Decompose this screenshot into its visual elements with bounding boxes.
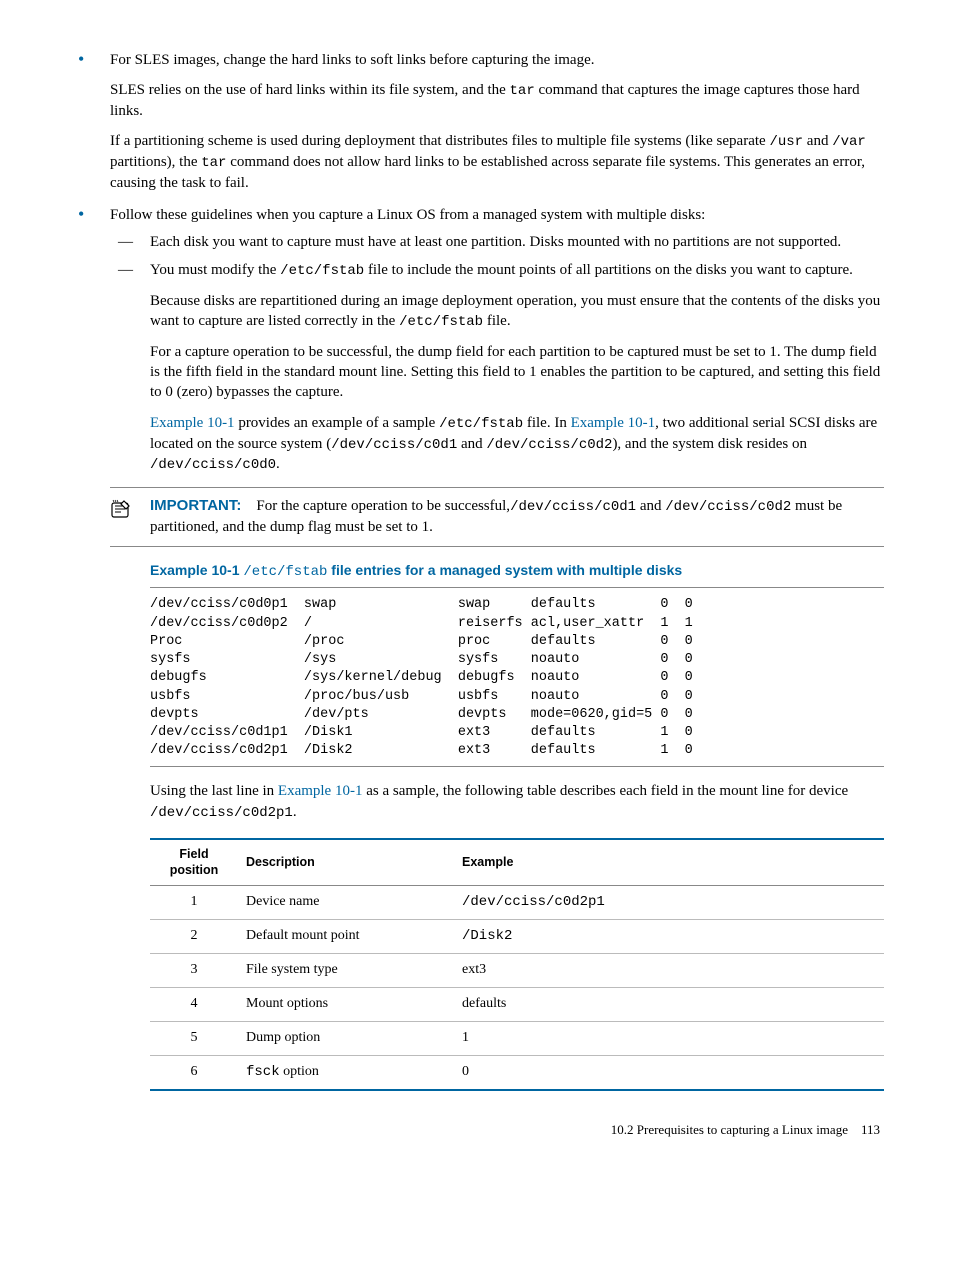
dash2-p1: Because disks are repartitioned during a… <box>150 291 884 332</box>
bullet-multi-intro: Follow these guidelines when you capture… <box>110 207 705 223</box>
important-text: IMPORTANT: For the capture operation to … <box>150 496 884 537</box>
bullet-sles: For SLES images, change the hard links t… <box>70 50 884 193</box>
dash2-p2: For a capture operation to be successful… <box>150 342 884 403</box>
example-block: Example 10-1 /etc/fstab file entries for… <box>150 561 884 1091</box>
table-row: 6 fsck option 0 <box>150 1055 884 1089</box>
example-rule-bottom <box>150 766 884 767</box>
code-usr: /usr <box>769 134 803 150</box>
important-block: IMPORTANT: For the capture operation to … <box>110 487 884 546</box>
bullet-sles-p1: SLES relies on the use of hard links wit… <box>110 80 884 121</box>
dash2-p3: Example 10-1 provides an example of a sa… <box>150 413 884 476</box>
example-title-path: /etc/fstab <box>243 564 327 580</box>
code-dev-c0d2: /dev/cciss/c0d2 <box>486 437 612 453</box>
table-body: 1 Device name /dev/cciss/c0d2p1 2 Defaul… <box>150 886 884 1090</box>
link-example-10-1-a[interactable]: Example 10-1 <box>150 415 235 431</box>
code-dev-c0d2p1: /dev/cciss/c0d2p1 <box>150 805 293 821</box>
footer-section: 10.2 Prerequisites to capturing a Linux … <box>611 1122 848 1137</box>
table-row: 1 Device name /dev/cciss/c0d2p1 <box>150 886 884 920</box>
dash-item-2: You must modify the /etc/fstab file to i… <box>110 260 884 475</box>
bullet-multi-disk: Follow these guidelines when you capture… <box>70 205 884 475</box>
link-example-10-1-c[interactable]: Example 10-1 <box>278 783 363 799</box>
table-row: 4 Mount options defaults <box>150 987 884 1021</box>
table-row: 2 Default mount point /Disk2 <box>150 920 884 954</box>
th-description: Description <box>238 839 454 886</box>
table-row: 5 Dump option 1 <box>150 1021 884 1055</box>
bullet-sles-p2: If a partitioning scheme is used during … <box>110 131 884 193</box>
dash-item-1: Each disk you want to capture must have … <box>110 232 884 252</box>
dash-list: Each disk you want to capture must have … <box>110 232 884 476</box>
code-etc-fstab-2: /etc/fstab <box>399 314 483 330</box>
example-title: Example 10-1 /etc/fstab file entries for… <box>150 561 884 582</box>
code-var: /var <box>832 134 866 150</box>
code-etc-fstab-3: /etc/fstab <box>439 416 523 432</box>
code-tar: tar <box>510 83 535 99</box>
top-bullet-list: For SLES images, change the hard links t… <box>70 50 884 475</box>
after-example-paragraph: Using the last line in Example 10-1 as a… <box>150 781 884 822</box>
code-dev-c0d1: /dev/cciss/c0d1 <box>331 437 457 453</box>
code-dev-c0d2-b: /dev/cciss/c0d2 <box>665 499 791 515</box>
fstab-listing: /dev/cciss/c0d0p1 swap swap defaults 0 0… <box>150 596 884 760</box>
field-table: Field position Description Example 1 Dev… <box>150 838 884 1091</box>
important-label: IMPORTANT: <box>150 497 241 514</box>
link-example-10-1-b[interactable]: Example 10-1 <box>571 415 656 431</box>
code-dev-c0d1-b: /dev/cciss/c0d1 <box>510 499 636 515</box>
th-field-position: Field position <box>150 839 238 886</box>
table-row: 3 File system type ext3 <box>150 954 884 988</box>
bullet-sles-intro: For SLES images, change the hard links t… <box>110 52 594 68</box>
important-icon <box>108 498 134 528</box>
page-footer: 10.2 Prerequisites to capturing a Linux … <box>70 1121 880 1139</box>
code-etc-fstab: /etc/fstab <box>280 263 364 279</box>
table-header-row: Field position Description Example <box>150 839 884 886</box>
th-example: Example <box>454 839 884 886</box>
code-tar-2: tar <box>201 155 226 171</box>
footer-page-number: 113 <box>861 1122 880 1137</box>
example-rule-top <box>150 587 884 588</box>
code-dev-c0d0: /dev/cciss/c0d0 <box>150 457 276 473</box>
